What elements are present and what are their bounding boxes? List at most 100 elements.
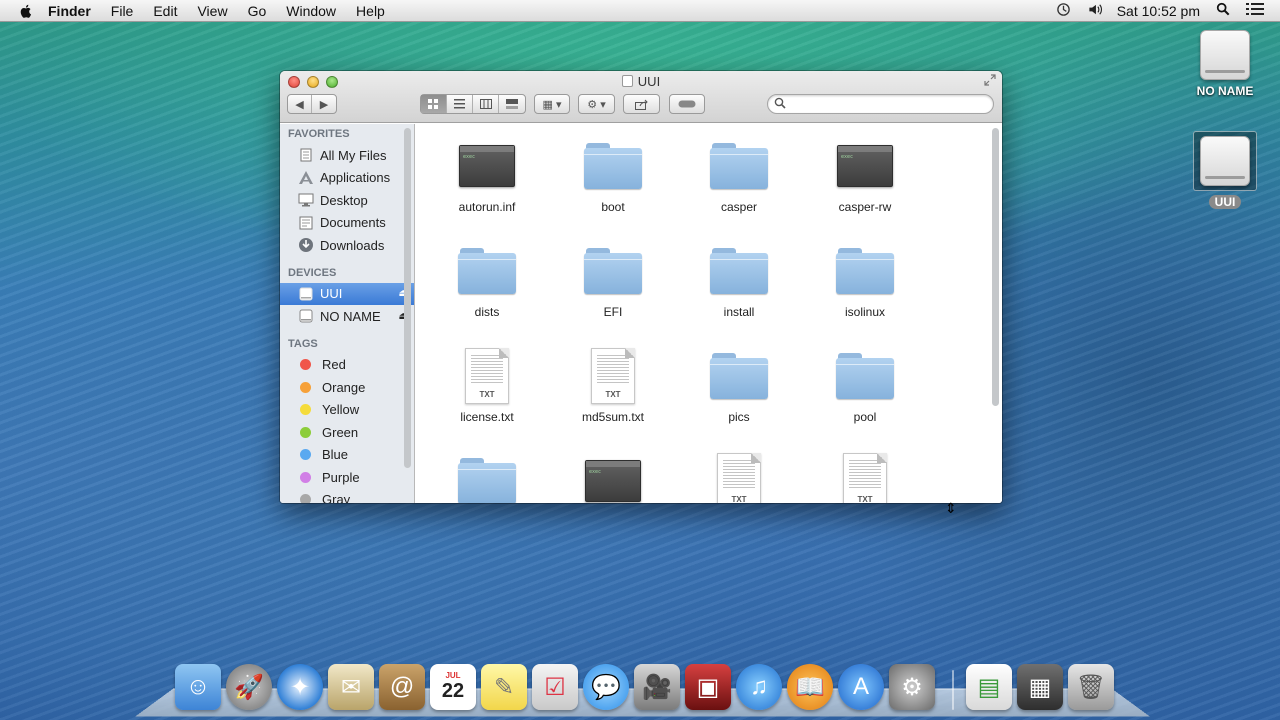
gear-icon: ⚙ [587, 98, 598, 111]
icon-view-button[interactable] [421, 95, 447, 113]
dock-safari-icon[interactable]: ✦ [277, 664, 323, 710]
file-item[interactable]: autorun.inf [424, 134, 550, 239]
menu-edit[interactable]: Edit [153, 3, 177, 19]
desktop-drive-no-name[interactable]: NO NAME [1185, 30, 1265, 98]
dock-finder-icon[interactable]: ☺ [175, 664, 221, 710]
folder-icon [707, 239, 771, 303]
sidebar-tag-label: Yellow [322, 402, 360, 418]
sidebar-tag-yellow[interactable]: Yellow [280, 399, 414, 422]
file-browser-content: autorun.inf boot casper casper-rw dists EFI in… [416, 124, 1002, 503]
dock-app-store-icon[interactable]: A [838, 664, 884, 710]
menu-window[interactable]: Window [286, 3, 336, 19]
dock-notes-icon[interactable]: ✎ [481, 664, 527, 710]
file-name: dists [474, 305, 500, 319]
file-extension-label: TXT [731, 495, 747, 503]
menu-view[interactable]: View [197, 3, 227, 19]
volume-icon[interactable] [1087, 2, 1103, 20]
file-name: autorun.inf [458, 200, 516, 214]
share-button[interactable] [623, 94, 660, 114]
sidebar-tag-purple[interactable]: Purple [280, 466, 414, 489]
sidebar-scrollbar[interactable] [404, 128, 411, 468]
sidebar-item-downloads[interactable]: Downloads [280, 234, 414, 257]
file-item[interactable] [550, 449, 676, 503]
sidebar-item-desktop[interactable]: Desktop [280, 189, 414, 212]
dock-calendar-icon[interactable]: JUL 22 [430, 664, 476, 710]
list-view-button[interactable] [447, 95, 473, 113]
fullscreen-icon[interactable] [984, 74, 998, 88]
sidebar-header-favorites: FAVORITES [288, 128, 350, 140]
file-item[interactable]: TXT [802, 449, 928, 503]
file-item[interactable]: casper-rw [802, 134, 928, 239]
menu-clock[interactable]: Sat 10:52 pm [1117, 3, 1200, 19]
desktop-drive-label-text: UUI [1208, 195, 1242, 209]
apple-menu-icon[interactable] [18, 3, 34, 19]
file-extension-label: TXT [857, 495, 873, 503]
menu-go[interactable]: Go [248, 3, 267, 19]
dock-downloads-stack-icon[interactable]: ▦ [1017, 664, 1063, 710]
file-item[interactable]: casper [676, 134, 802, 239]
cover-flow-button[interactable] [499, 95, 525, 113]
time-machine-icon[interactable] [1056, 2, 1071, 20]
column-view-button[interactable] [473, 95, 499, 113]
file-item[interactable]: TXT license.txt [424, 344, 550, 449]
external-drive-icon [1200, 136, 1250, 186]
notification-center-icon[interactable] [1246, 2, 1264, 19]
menu-app-finder[interactable]: Finder [48, 3, 91, 19]
dock-system-preferences-icon[interactable]: ⚙ [889, 664, 935, 710]
sidebar-tag-green[interactable]: Green [280, 421, 414, 444]
sidebar-tag-blue[interactable]: Blue [280, 444, 414, 467]
trash-icon[interactable]: 🗑 [1068, 664, 1114, 710]
drive-proxy-icon[interactable] [621, 75, 633, 87]
spotlight-icon[interactable] [1216, 2, 1230, 19]
file-item[interactable]: boot [550, 134, 676, 239]
file-item[interactable]: install [676, 239, 802, 344]
action-button[interactable]: ⚙ ▾ [578, 94, 615, 114]
dock-reminders-icon[interactable]: ☑ [532, 664, 578, 710]
dock-itunes-icon[interactable]: ♫ [736, 664, 782, 710]
forward-button[interactable]: ▶ [312, 95, 336, 113]
search-field[interactable] [767, 94, 994, 114]
dock-launchpad-icon[interactable]: 🚀 [226, 664, 272, 710]
file-name: casper [720, 200, 758, 214]
dock-messages-icon[interactable]: 💬 [583, 664, 629, 710]
file-item[interactable]: dists [424, 239, 550, 344]
sidebar-item-label: Documents [320, 215, 386, 231]
desktop-drive-uui[interactable]: UUI [1185, 131, 1265, 209]
file-item[interactable]: TXT md5sum.txt [550, 344, 676, 449]
dock-document-icon[interactable]: ▤ [966, 664, 1012, 710]
dock-photo-booth-icon[interactable]: ▣ [685, 664, 731, 710]
tag-color-dot-icon [300, 471, 311, 483]
menu-file[interactable]: File [111, 3, 134, 19]
file-item[interactable]: pool [802, 344, 928, 449]
dock-ibooks-icon[interactable]: 📖 [787, 664, 833, 710]
dock-contacts-icon[interactable]: @ [379, 664, 425, 710]
sidebar-item-no-name[interactable]: NO NAME ⏏ [280, 305, 414, 328]
content-scrollbar[interactable] [992, 128, 999, 406]
sidebar-item-applications[interactable]: Applications [280, 167, 414, 190]
sidebar-tag-orange[interactable]: Orange [280, 376, 414, 399]
search-input[interactable] [790, 97, 986, 111]
file-item[interactable]: pics [676, 344, 802, 449]
sidebar-tag-label: Purple [322, 469, 360, 485]
dock-mail-icon[interactable]: ✉ [328, 664, 374, 710]
window-titlebar[interactable]: UUI ◀ ▶ ▦ ▾ ⚙ ▾ [280, 71, 1002, 123]
dock-facetime-icon[interactable]: 🎥 [634, 664, 680, 710]
sidebar-item-documents[interactable]: Documents [280, 212, 414, 235]
menu-help[interactable]: Help [356, 3, 385, 19]
back-button[interactable]: ◀ [288, 95, 313, 113]
tags-button[interactable] [669, 94, 705, 114]
folder-icon [833, 239, 897, 303]
text-document-icon: TXT [833, 449, 897, 503]
file-item[interactable]: TXT [676, 449, 802, 503]
sidebar-tag-label: Blue [322, 447, 349, 463]
sidebar-tag-label: Orange [322, 379, 366, 395]
file-item[interactable]: EFI [550, 239, 676, 344]
arrange-button[interactable]: ▦ ▾ [534, 94, 570, 114]
file-item[interactable] [424, 449, 550, 503]
file-item[interactable]: isolinux [802, 239, 928, 344]
sidebar-item-all-my-files[interactable]: All My Files [280, 144, 414, 167]
sidebar-tag-gray[interactable]: Gray [280, 489, 414, 503]
sidebar-item-uui[interactable]: UUI ⏏ [280, 282, 414, 305]
sidebar-tag-red[interactable]: Red [280, 354, 414, 377]
desktop-icon [298, 193, 314, 207]
